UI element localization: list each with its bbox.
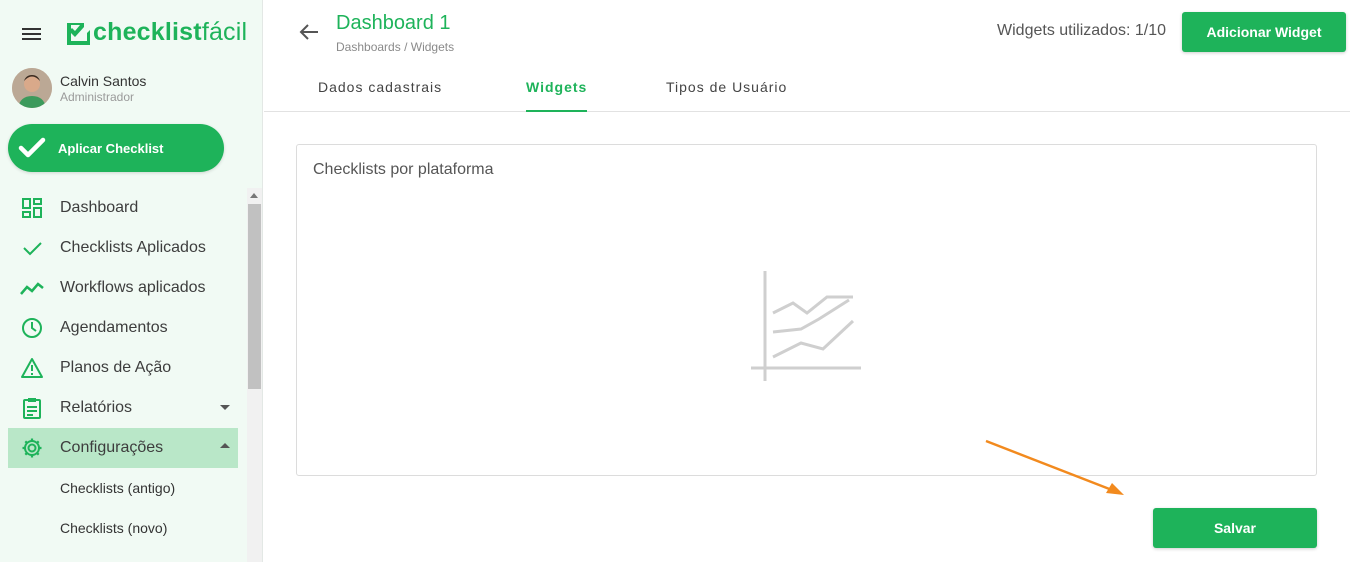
line-chart-placeholder-icon — [749, 269, 863, 390]
sidebar-item-label: Agendamentos — [60, 319, 168, 336]
clipboard-icon — [20, 396, 44, 420]
widget-title: Checklists por plataforma — [313, 161, 494, 178]
scrollbar-thumb[interactable] — [248, 204, 261, 389]
sidebar: checklistfácil Calvin Santos Administrad… — [0, 0, 263, 562]
breadcrumb-current: Widgets — [410, 40, 455, 54]
sidebar-subitem-checklists-novo[interactable]: Checklists (novo) — [8, 508, 238, 548]
widgets-used-counter: Widgets utilizados: 1/10 — [997, 22, 1166, 39]
tab-bar: Dados cadastrais Widgets Tipos de Usuári… — [264, 70, 1350, 112]
sidebar-item-relatorios[interactable]: Relatórios — [8, 388, 238, 428]
chevron-down-icon — [220, 405, 230, 410]
sidebar-item-planos-de-acao[interactable]: Planos de Ação — [8, 348, 238, 388]
sidebar-item-checklists-aplicados[interactable]: Checklists Aplicados — [8, 228, 238, 268]
sidebar-item-label: Relatórios — [60, 399, 133, 416]
breadcrumb-parent[interactable]: Dashboards — [336, 40, 401, 54]
page-title: Dashboard 1 — [336, 12, 451, 34]
tab-dados-cadastrais[interactable]: Dados cadastrais — [318, 70, 442, 112]
sidebar-scrollbar[interactable] — [247, 188, 262, 562]
annotation-arrow-icon — [985, 439, 1124, 495]
sidebar-item-label: Workflows aplicados — [60, 279, 206, 296]
sidebar-item-configuracoes[interactable]: Configurações — [8, 428, 238, 468]
brand-logo[interactable]: checklistfácil — [64, 17, 247, 47]
back-arrow-icon[interactable] — [298, 22, 320, 42]
clock-icon — [20, 316, 44, 340]
menu-icon[interactable] — [22, 26, 42, 42]
apply-checklist-button[interactable]: Aplicar Checklist — [8, 124, 224, 172]
warning-icon — [20, 356, 44, 380]
tab-tipos-de-usuario[interactable]: Tipos de Usuário — [666, 70, 787, 112]
add-widget-button[interactable]: Adicionar Widget — [1182, 12, 1346, 52]
app-root: checklistfácil Calvin Santos Administrad… — [0, 0, 1350, 562]
avatar — [12, 68, 52, 108]
user-name: Calvin Santos — [60, 72, 147, 89]
apply-checklist-label: Aplicar Checklist — [58, 140, 164, 156]
gear-icon — [20, 436, 44, 460]
tab-widgets[interactable]: Widgets — [526, 70, 588, 112]
widget-card[interactable]: Checklists por plataforma — [296, 144, 1317, 476]
sidebar-item-label: Configurações — [60, 439, 164, 456]
sidebar-item-workflows[interactable]: Workflows aplicados — [8, 268, 238, 308]
checkmark-icon — [18, 137, 46, 158]
scroll-up-icon[interactable] — [250, 193, 258, 198]
breadcrumb: Dashboards / Widgets — [336, 40, 454, 54]
check-icon — [20, 236, 44, 260]
chevron-up-icon — [220, 443, 230, 448]
trending-icon — [20, 276, 44, 300]
sidebar-nav: Dashboard Checklists Aplicados Workflows… — [8, 188, 238, 548]
sidebar-item-label: Dashboard — [60, 199, 139, 216]
sidebar-item-agendamentos[interactable]: Agendamentos — [8, 308, 238, 348]
user-profile[interactable]: Calvin Santos Administrador — [12, 68, 146, 108]
sidebar-item-dashboard[interactable]: Dashboard — [8, 188, 238, 228]
logo-check-icon — [67, 23, 90, 45]
breadcrumb-separator: / — [404, 40, 408, 54]
sidebar-item-label: Checklists Aplicados — [60, 239, 206, 256]
logo-text: checklistfácil — [93, 17, 248, 46]
user-role: Administrador — [60, 89, 135, 104]
dashboard-icon — [20, 196, 44, 220]
sidebar-item-label: Planos de Ação — [60, 359, 172, 376]
save-button[interactable]: Salvar — [1153, 508, 1317, 548]
sidebar-subitem-checklists-antigo[interactable]: Checklists (antigo) — [8, 468, 238, 508]
